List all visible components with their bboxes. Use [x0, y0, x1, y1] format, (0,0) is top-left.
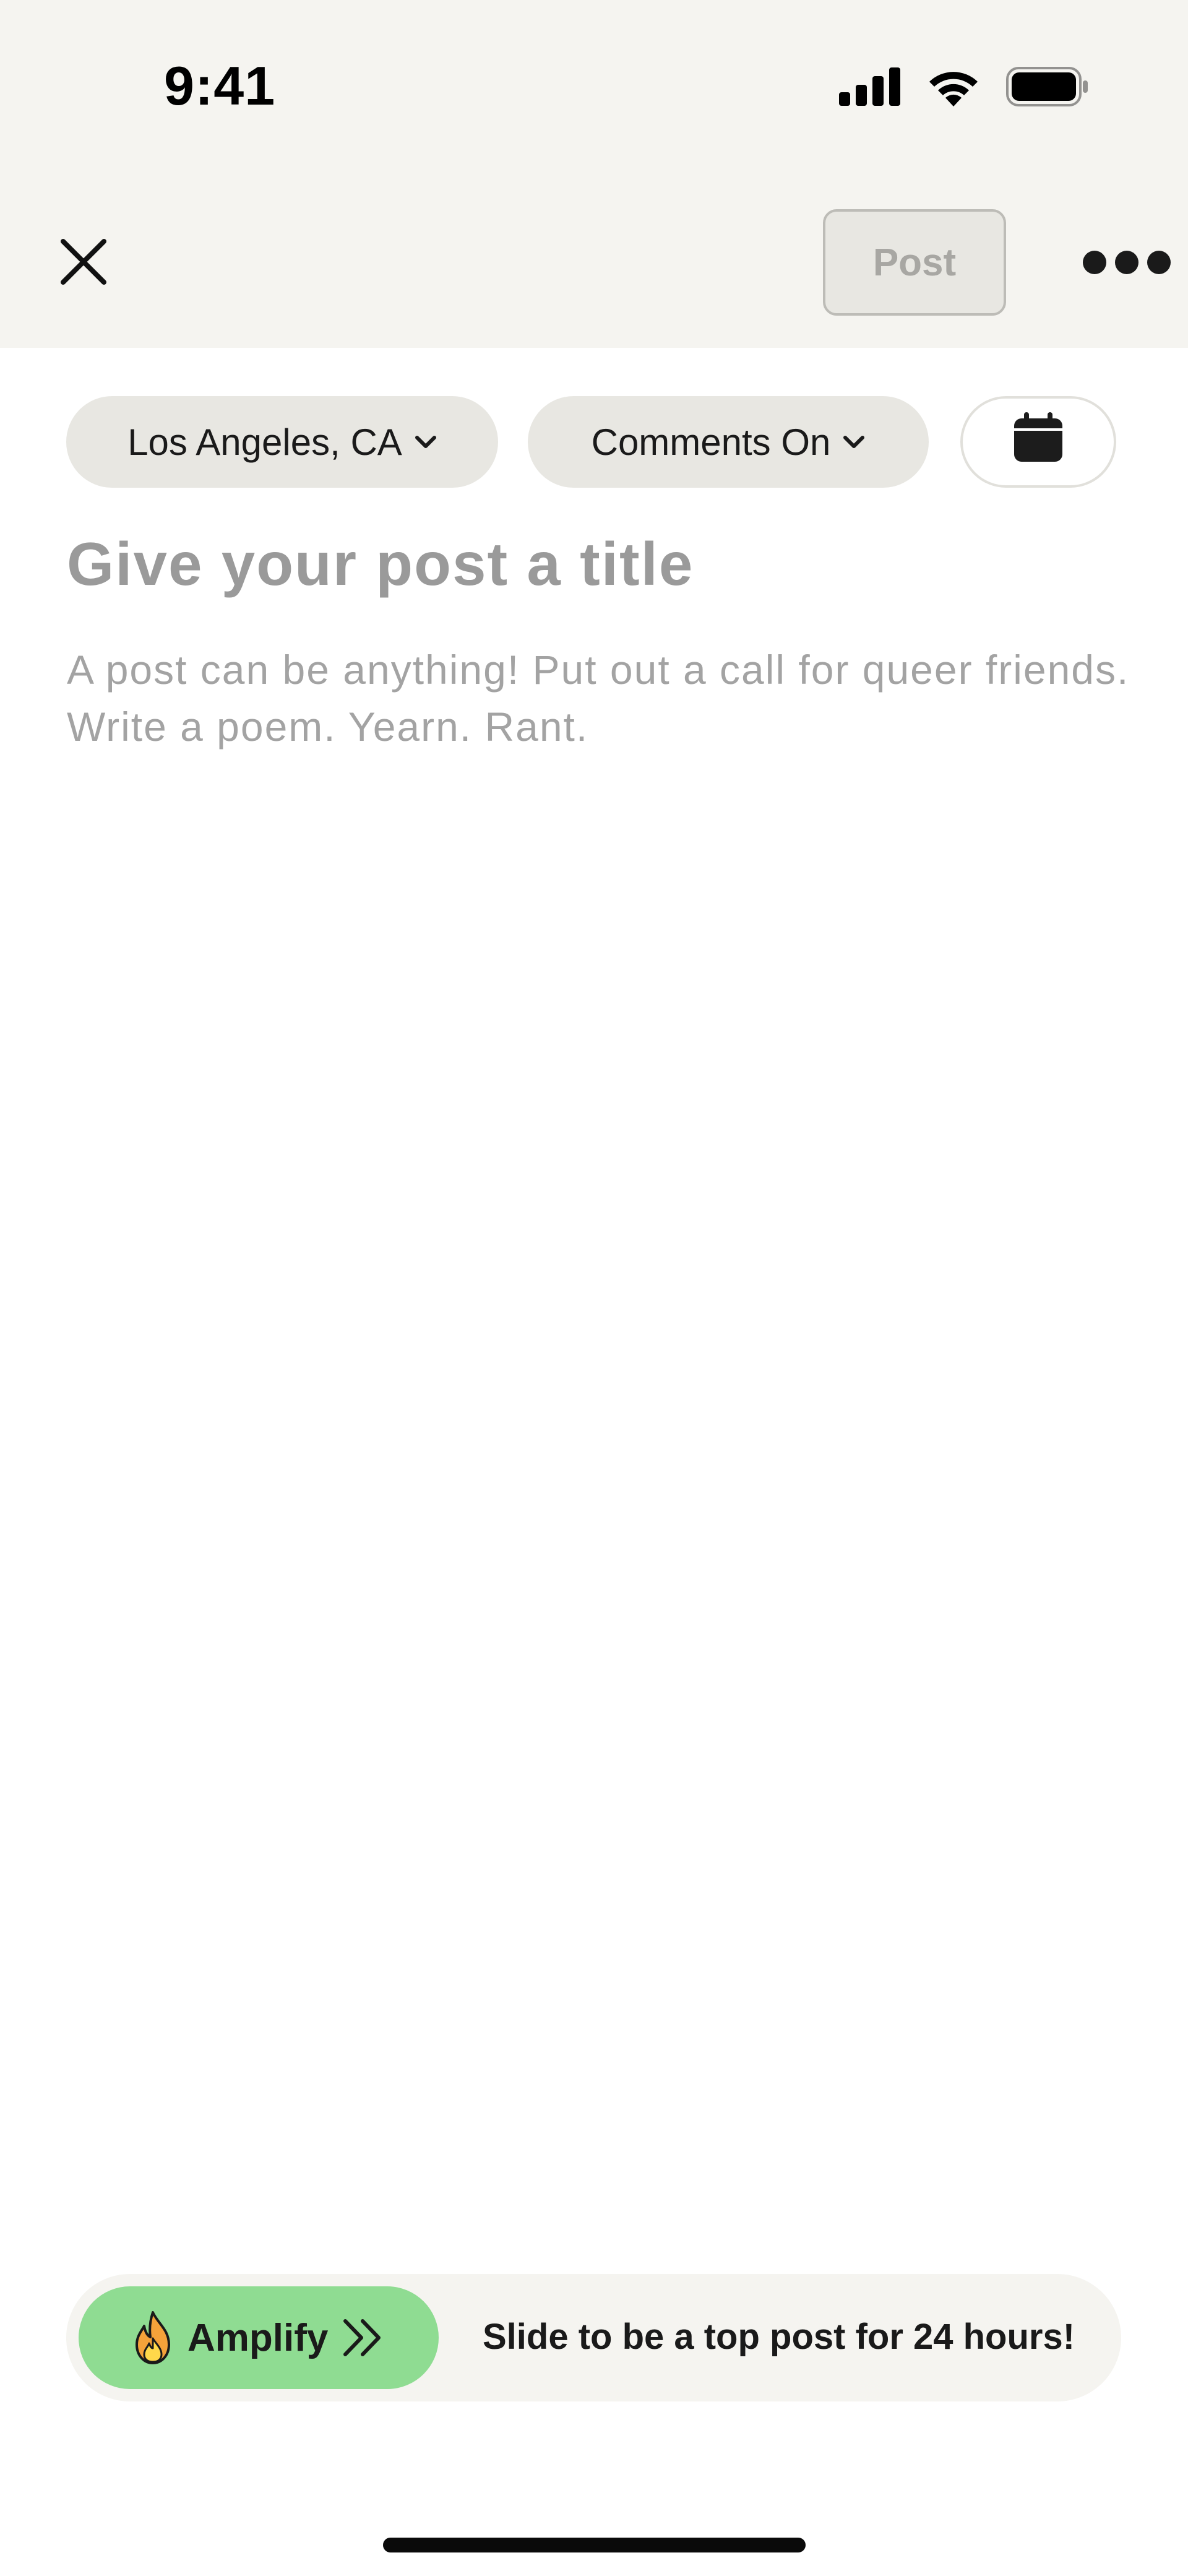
chevron-down-icon: [415, 434, 437, 449]
comments-label: Comments On: [591, 421, 831, 463]
location-label: Los Angeles, CA: [127, 421, 402, 463]
more-options-button[interactable]: [1083, 249, 1188, 276]
amplify-label: Amplify: [187, 2316, 329, 2359]
wifi-icon: [926, 67, 981, 110]
location-dropdown[interactable]: Los Angeles, CA: [66, 396, 498, 488]
status-icons: [839, 67, 1089, 110]
comments-dropdown[interactable]: Comments On: [528, 396, 929, 488]
fire-icon: [133, 2311, 173, 2364]
status-time: 9:41: [164, 55, 276, 116]
calendar-icon: [1013, 412, 1064, 472]
home-indicator: [383, 2538, 806, 2552]
more-options-icon: [1083, 251, 1106, 274]
post-title-input[interactable]: Give your post a title: [67, 529, 694, 599]
chevron-down-icon: [843, 434, 865, 449]
header-area: [0, 0, 1188, 348]
post-button[interactable]: Post: [823, 209, 1006, 316]
post-body-input[interactable]: A post can be anything! Put out a call f…: [67, 641, 1131, 755]
amplify-hint: Slide to be a top post for 24 hours!: [483, 2317, 1075, 2357]
amplify-slider-handle[interactable]: Amplify: [79, 2286, 439, 2389]
schedule-button[interactable]: [960, 396, 1116, 488]
double-chevron-right-icon: [342, 2319, 385, 2357]
close-button[interactable]: [56, 235, 111, 291]
close-icon: [61, 238, 106, 288]
battery-icon: [1006, 67, 1089, 110]
cellular-signal-icon: [839, 67, 901, 109]
create-post-screen: 9:41 Post Los Angeles, CA Comments On Gi…: [0, 0, 1188, 2576]
